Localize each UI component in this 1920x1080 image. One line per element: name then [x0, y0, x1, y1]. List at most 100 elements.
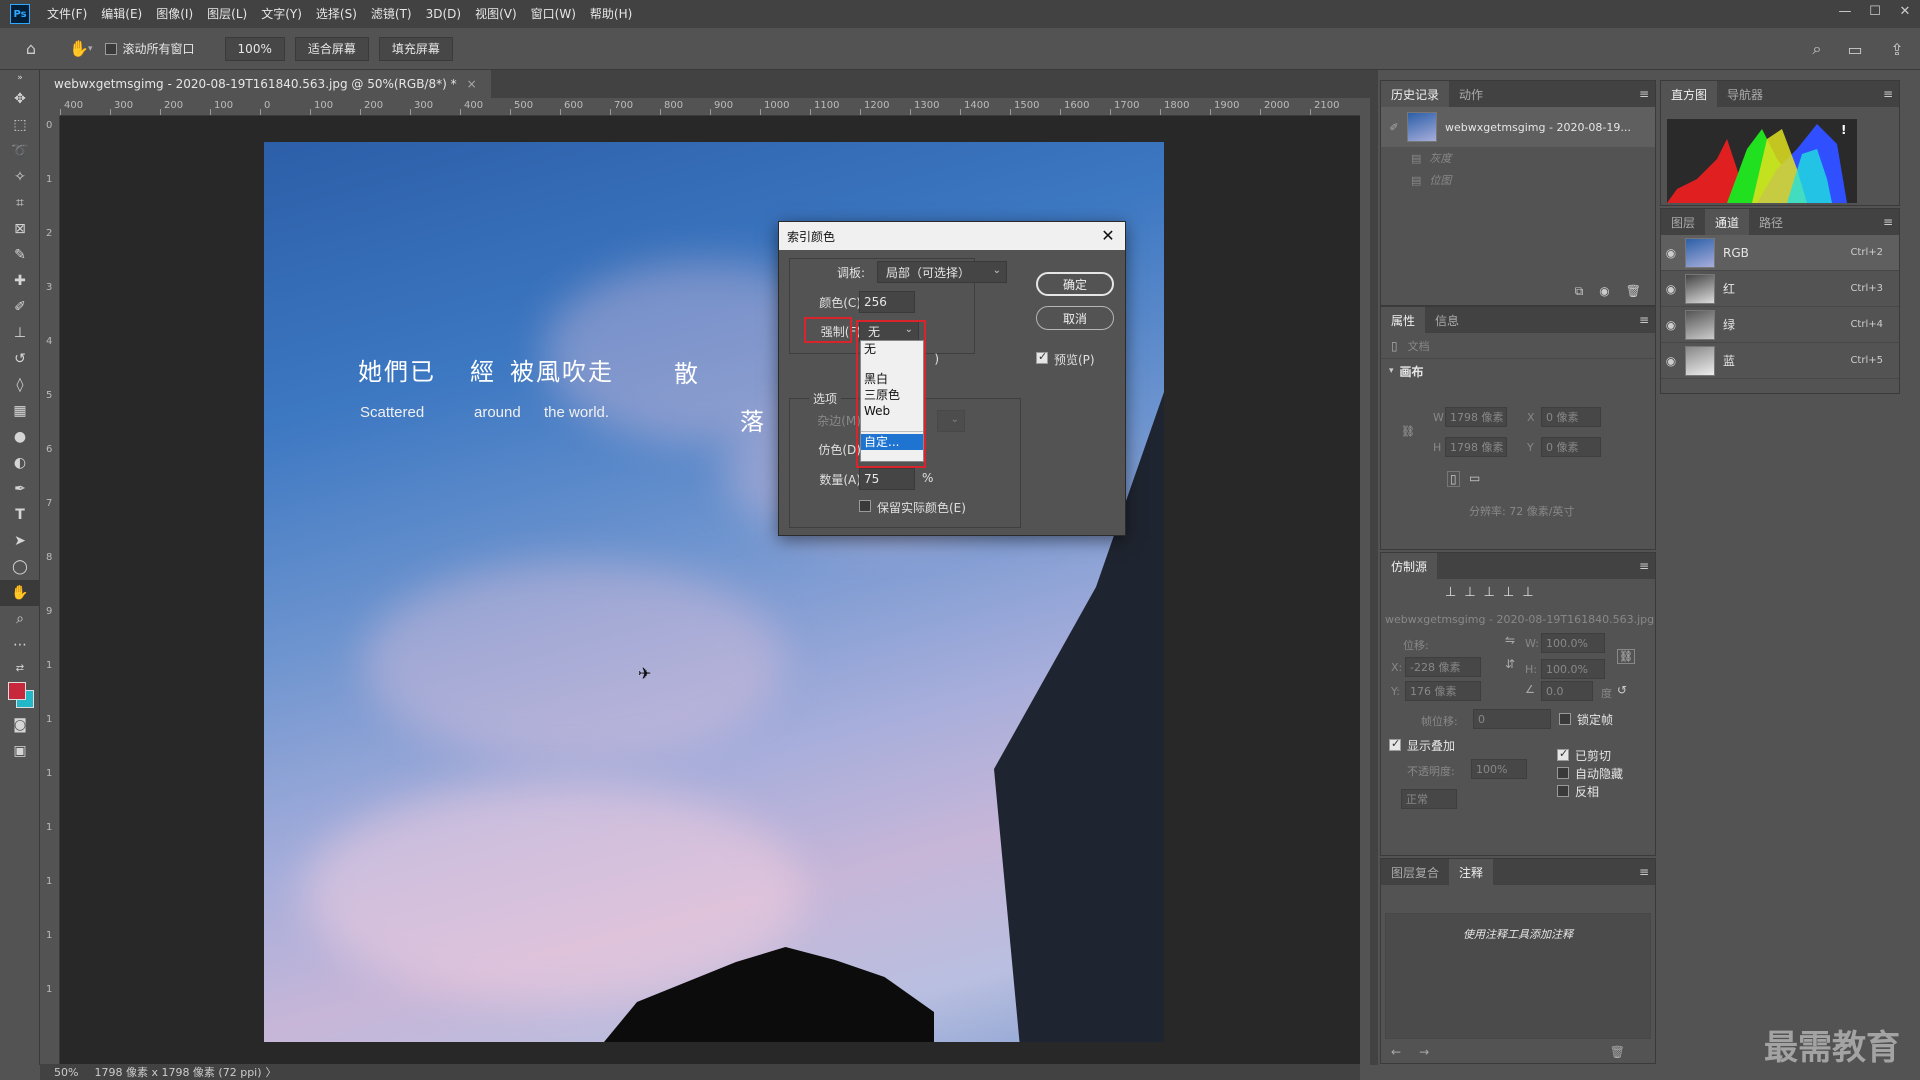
- clipped-checkbox[interactable]: [1557, 747, 1569, 761]
- angle-input[interactable]: 0.0: [1541, 681, 1593, 701]
- landscape-orientation-icon[interactable]: ▭: [1469, 471, 1480, 485]
- channel-row-green[interactable]: ◉ 绿 Ctrl+4: [1661, 307, 1899, 343]
- offset-y-input[interactable]: 176 像素: [1405, 681, 1481, 701]
- dodge-tool-icon[interactable]: ◐: [0, 450, 40, 476]
- document-tab[interactable]: webwxgetmsgimg - 2020-08-19T161840.563.j…: [40, 70, 491, 98]
- scroll-all-checkbox[interactable]: [104, 42, 117, 55]
- menu-type[interactable]: 文字(Y): [254, 0, 309, 28]
- ok-button[interactable]: 确定: [1036, 272, 1114, 296]
- zoom-100-button[interactable]: 100%: [224, 36, 285, 61]
- clone-source-3-icon[interactable]: ⊥: [1484, 585, 1495, 600]
- zoom-tool-icon[interactable]: ⌕: [0, 606, 40, 632]
- color-swatches[interactable]: [0, 678, 40, 712]
- magic-wand-tool-icon[interactable]: ✧: [0, 164, 40, 190]
- scale-w-input[interactable]: 100.0%: [1541, 633, 1605, 653]
- canvas-h-input[interactable]: 1798 像素: [1445, 437, 1507, 457]
- offset-x-input[interactable]: -228 像素: [1405, 657, 1481, 677]
- tab-history[interactable]: 历史记录: [1381, 81, 1450, 107]
- close-tab-icon[interactable]: ×: [467, 77, 477, 91]
- fill-screen-button[interactable]: 填充屏幕: [378, 36, 453, 61]
- panel-menu-icon[interactable]: ≡: [1639, 559, 1649, 573]
- reset-transform-icon[interactable]: ↺: [1617, 683, 1627, 697]
- tab-actions[interactable]: 动作: [1449, 81, 1493, 107]
- blur-tool-icon[interactable]: ●: [0, 424, 40, 450]
- clone-source-5-icon[interactable]: ⊥: [1522, 585, 1533, 600]
- link-icon[interactable]: ⛓: [1401, 425, 1415, 438]
- camera-icon[interactable]: ◉: [1599, 284, 1609, 299]
- hand-tool-active-icon[interactable]: ✋: [0, 580, 40, 606]
- canvas-area[interactable]: 她們已 經 被風吹走 散 落 Scattered around the worl…: [60, 116, 1360, 1064]
- tab-clone-source[interactable]: 仿制源: [1381, 553, 1438, 579]
- auto-hide-checkbox[interactable]: [1557, 767, 1569, 779]
- lock-frame-checkbox[interactable]: [1559, 713, 1571, 725]
- eye-icon[interactable]: ◉: [1661, 354, 1681, 368]
- trash-icon[interactable]: 🗑: [1626, 284, 1641, 299]
- menu-file[interactable]: 文件(F): [40, 0, 94, 28]
- scale-h-input[interactable]: 100.0%: [1541, 659, 1605, 679]
- screen-mode-icon[interactable]: ▣: [0, 738, 40, 764]
- healing-tool-icon[interactable]: ✚: [0, 268, 40, 294]
- panel-menu-icon[interactable]: ≡: [1639, 87, 1649, 101]
- path-select-tool-icon[interactable]: ➤: [0, 528, 40, 554]
- portrait-orientation-icon[interactable]: ▯: [1447, 471, 1460, 487]
- workspace-icon[interactable]: ▭: [1842, 36, 1868, 62]
- channel-row-rgb[interactable]: ◉ RGB Ctrl+2: [1661, 235, 1899, 271]
- status-zoom[interactable]: 50%: [54, 1066, 78, 1079]
- menu-window[interactable]: 窗口(W): [524, 0, 583, 28]
- arrow-right-icon[interactable]: →: [1419, 1045, 1429, 1059]
- history-brush-source-icon[interactable]: ✐: [1381, 121, 1407, 134]
- canvas-x-input[interactable]: 0 像素: [1541, 407, 1601, 427]
- dialog-close-button[interactable]: ✕: [1097, 224, 1119, 246]
- move-tool-icon[interactable]: ✥: [0, 86, 40, 112]
- palette-select[interactable]: 局部（可选择） ⌄: [877, 261, 1007, 283]
- swap-colors-icon[interactable]: ⇄: [0, 658, 40, 678]
- eye-icon[interactable]: ◉: [1661, 318, 1681, 332]
- menu-image[interactable]: 图像(I): [149, 0, 200, 28]
- tab-layers[interactable]: 图层: [1661, 209, 1705, 235]
- menu-layer[interactable]: 图层(L): [200, 0, 254, 28]
- colors-input[interactable]: 256: [859, 291, 915, 313]
- share-icon[interactable]: ⇪: [1884, 36, 1910, 62]
- panel-menu-icon[interactable]: ≡: [1883, 87, 1893, 101]
- tab-paths[interactable]: 路径: [1749, 209, 1793, 235]
- eyedropper-tool-icon[interactable]: ✎: [0, 242, 40, 268]
- eye-icon[interactable]: ◉: [1661, 246, 1681, 260]
- maximize-button[interactable]: ☐: [1860, 0, 1890, 22]
- brush-tool-icon[interactable]: ✐: [0, 294, 40, 320]
- history-item-bitmap[interactable]: ▤ 位图: [1381, 169, 1655, 191]
- gradient-tool-icon[interactable]: ▦: [0, 398, 40, 424]
- eye-icon[interactable]: ◉: [1661, 282, 1681, 296]
- ellipse-tool-icon[interactable]: ◯: [0, 554, 40, 580]
- notes-area[interactable]: 使用注释工具添加注释: [1385, 913, 1651, 1039]
- flip-vertical-icon[interactable]: ⇵: [1505, 657, 1515, 671]
- quick-mask-icon[interactable]: ◙: [0, 712, 40, 738]
- preserve-colors-checkbox[interactable]: [859, 500, 871, 512]
- menu-3d[interactable]: 3D(D): [419, 0, 468, 28]
- type-tool-icon[interactable]: T: [0, 502, 40, 528]
- menu-select[interactable]: 选择(S): [309, 0, 364, 28]
- frame-offset-input[interactable]: 0: [1473, 709, 1551, 729]
- flip-horizontal-icon[interactable]: ⇋: [1505, 633, 1515, 647]
- more-tools-icon[interactable]: ⋯: [0, 632, 40, 658]
- trash-icon[interactable]: 🗑: [1610, 1045, 1625, 1059]
- lasso-tool-icon[interactable]: ➰: [0, 138, 40, 164]
- frame-tool-icon[interactable]: ⊠: [0, 216, 40, 242]
- eraser-tool-icon[interactable]: ◊: [0, 372, 40, 398]
- tab-histogram[interactable]: 直方图: [1661, 81, 1718, 107]
- pen-tool-icon[interactable]: ✒: [0, 476, 40, 502]
- foreground-color-swatch[interactable]: [8, 682, 26, 700]
- invert-checkbox[interactable]: [1557, 785, 1569, 797]
- tab-layer-comps[interactable]: 图层复合: [1381, 859, 1449, 885]
- link-scale-icon[interactable]: ⛓: [1617, 649, 1635, 664]
- close-window-button[interactable]: ✕: [1890, 0, 1920, 22]
- fit-screen-button[interactable]: 适合屏幕: [294, 36, 369, 61]
- marquee-tool-icon[interactable]: ⬚: [0, 112, 40, 138]
- channel-row-blue[interactable]: ◉ 蓝 Ctrl+5: [1661, 343, 1899, 379]
- blend-mode-select[interactable]: 正常: [1401, 789, 1457, 809]
- home-icon[interactable]: ⌂: [18, 36, 44, 62]
- menu-help[interactable]: 帮助(H): [583, 0, 639, 28]
- cancel-button[interactable]: 取消: [1036, 306, 1114, 330]
- minimize-button[interactable]: —: [1830, 0, 1860, 22]
- amount-input[interactable]: 75: [859, 468, 915, 490]
- canvas-y-input[interactable]: 0 像素: [1541, 437, 1601, 457]
